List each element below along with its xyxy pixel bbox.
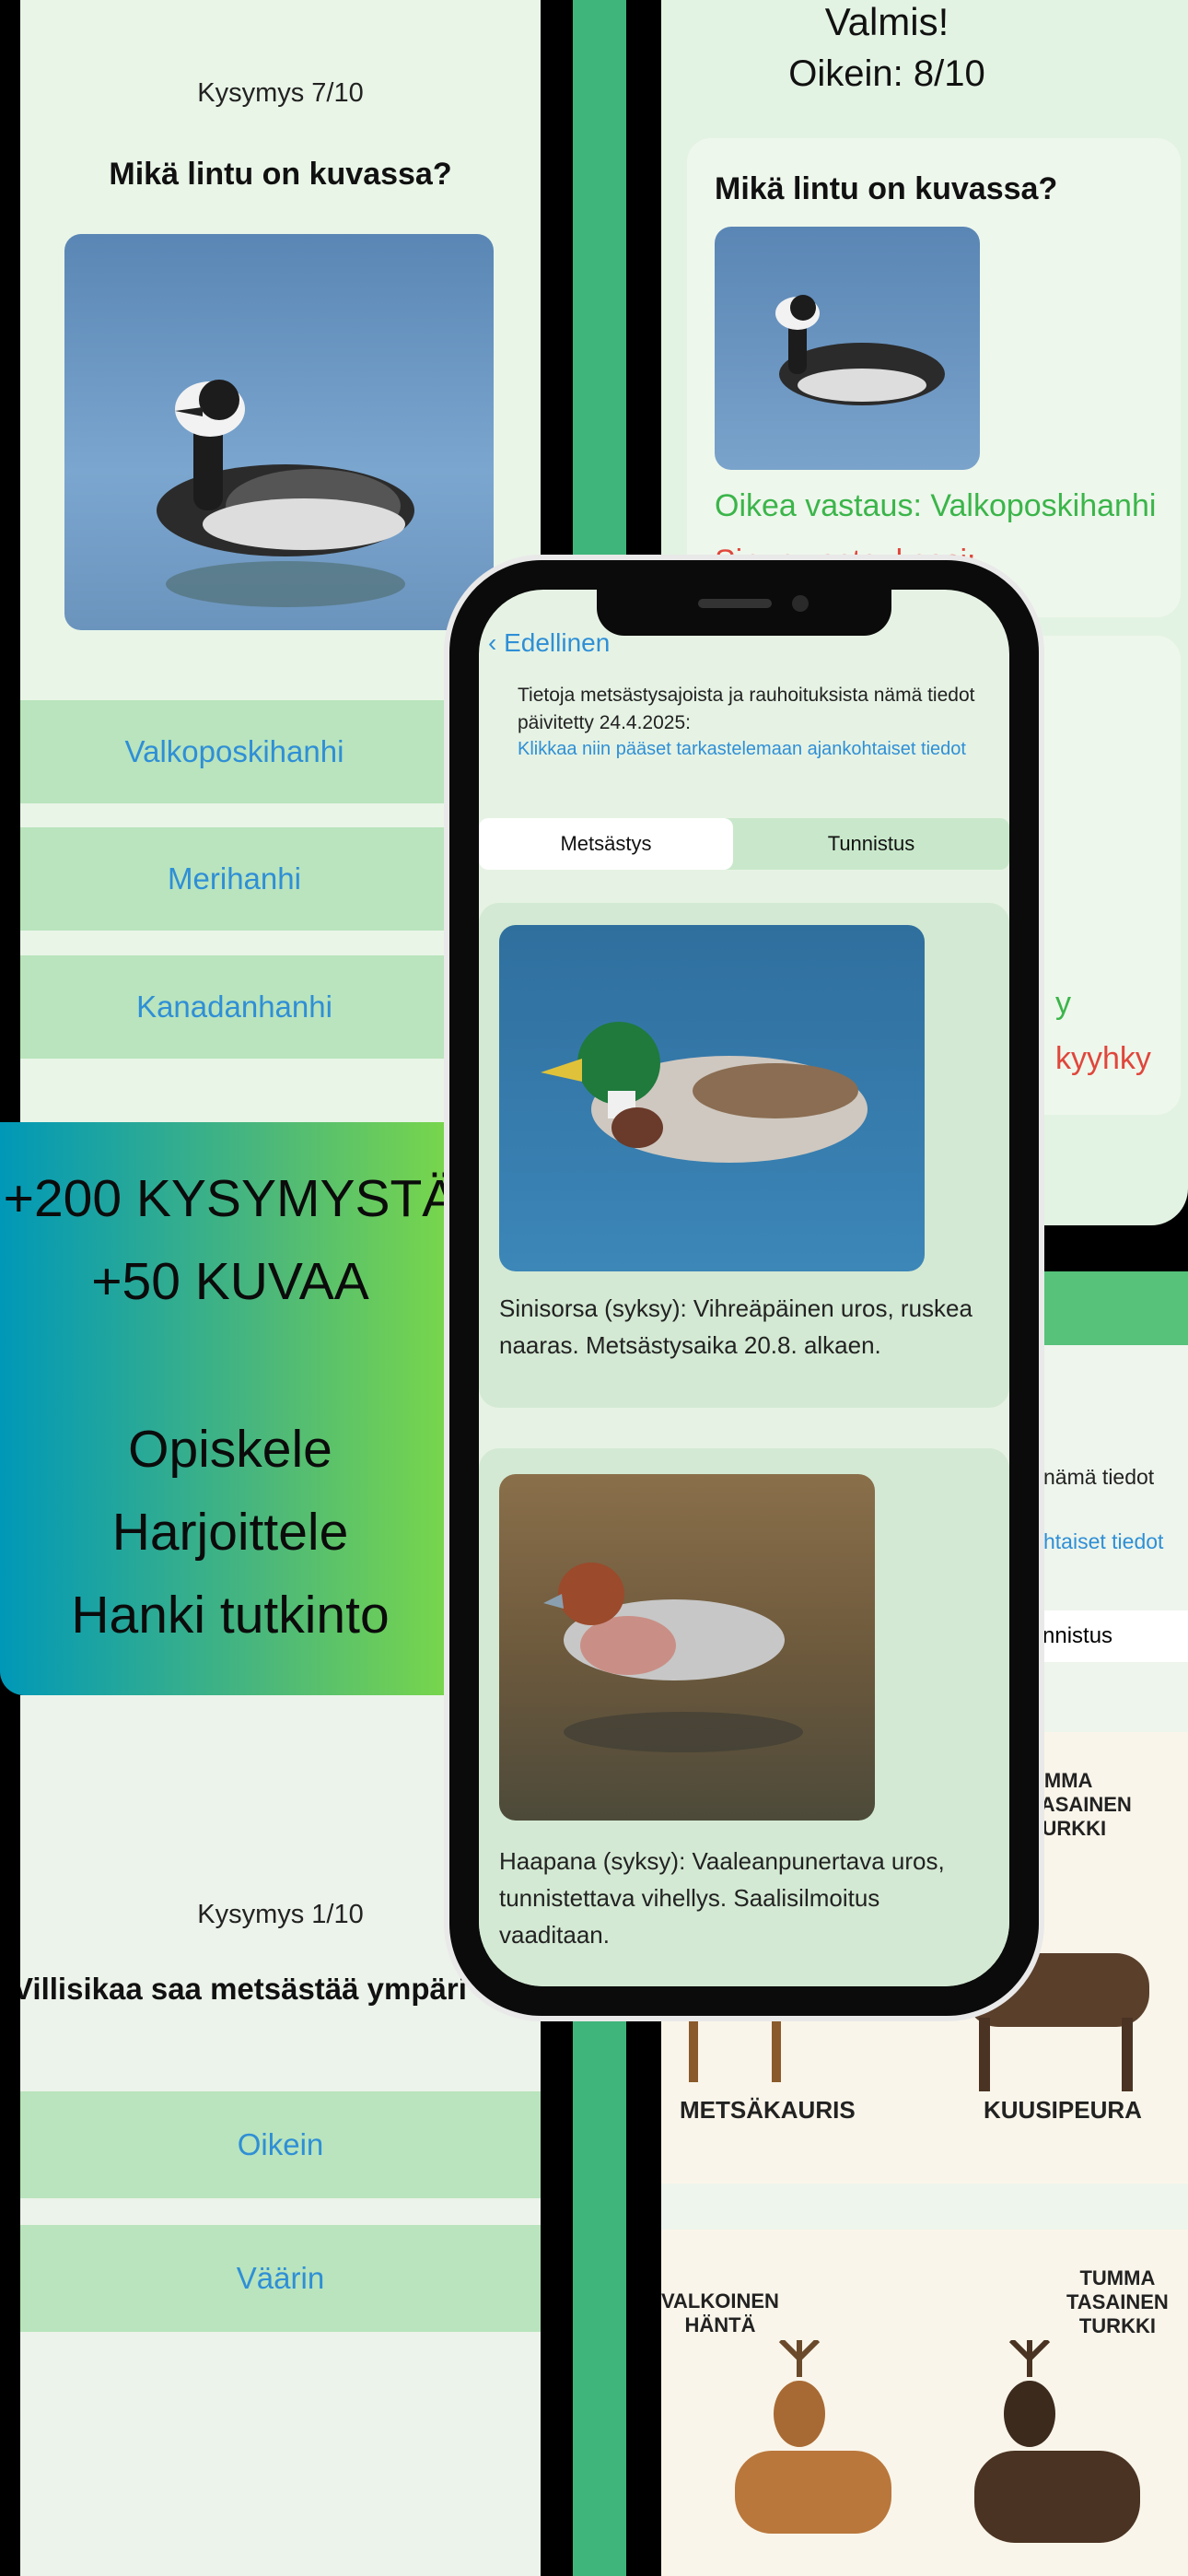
metsakauris-label: METSÄKAURIS xyxy=(680,2096,856,2124)
partial-wrong: kyyhky xyxy=(1055,1041,1151,1076)
tumma-tasainen-label: TUMMA TASAINEN TURKKI xyxy=(1066,2266,1169,2337)
deer-illustration-2 xyxy=(735,2340,1140,2543)
tumma-label-partial: UMMA TASAINEN TURKKI xyxy=(1030,1769,1132,1840)
notice-text: Tietoja metsästysajoista ja rauhoituksis… xyxy=(518,685,975,733)
valkoinen-label: VALKOINEN HÄNTÄ xyxy=(661,2289,779,2336)
kuusipeura-label: KUUSIPEURA xyxy=(984,2096,1142,2124)
deer-card-2: VALKOINEN HÄNTÄ TUMMA TASAINEN TURKKI xyxy=(661,2230,1188,2576)
question-text: Mikä lintu on kuvassa? xyxy=(109,157,452,192)
tab-partial[interactable]: nnistus xyxy=(1030,1610,1188,1662)
bottom-question-text: Villisikaa saa metsästää ympäri vuo xyxy=(20,1972,530,2006)
phone-screen: ‹ Edellinen Tietoja metsästysajoista ja … xyxy=(479,590,1009,1986)
promo-line-1: +200 KYSYMYSTÄ xyxy=(3,1169,458,1228)
goose-photo xyxy=(64,234,494,630)
back-label: Edellinen xyxy=(504,628,611,657)
promo-line-4: Harjoittele xyxy=(111,1503,349,1562)
phone-notch xyxy=(597,579,891,636)
card-caption-2: Haapana (syksy): Vaaleanpunertava uros, … xyxy=(499,1847,945,1949)
result-card: Mikä lintu on kuvassa? Oikea vastaus: Va… xyxy=(687,138,1181,617)
correct-answer: Oikea vastaus: Valkoposkihanhi xyxy=(715,488,1157,523)
result-status: Valmis! xyxy=(824,0,949,43)
question-counter: Kysymys 7/10 xyxy=(197,78,364,108)
partial-correct: y xyxy=(1055,986,1071,1021)
back-button[interactable]: ‹ Edellinen xyxy=(488,628,610,658)
promo-line-2: +50 KUVAA xyxy=(91,1252,369,1311)
notice-partial: nämä tiedot xyxy=(1043,1465,1155,1489)
speaker-grille xyxy=(698,599,772,608)
notice-link[interactable]: Klikkaa niin pääset tarkastelemaan ajank… xyxy=(518,739,996,760)
card-caption-1: Sinisorsa (syksy): Vihreäpäinen uros, ru… xyxy=(499,1294,973,1359)
promo-line-3: Opiskele xyxy=(128,1420,332,1479)
result-question: Mikä lintu on kuvassa? xyxy=(715,171,1058,206)
tab-tunnistus[interactable]: Tunnistus xyxy=(733,818,1009,870)
camera-dot xyxy=(792,595,809,612)
link-partial[interactable]: htaiset tiedot xyxy=(1043,1529,1163,1554)
result-score: Oikein: 8/10 xyxy=(788,53,985,94)
answer-button-2[interactable]: Merihanhi xyxy=(20,827,448,931)
segmented-control: Metsästys Tunnistus xyxy=(479,818,1009,870)
mallard-photo xyxy=(499,925,925,1271)
card-haapana: Haapana (syksy): Vaaleanpunertava uros, … xyxy=(479,1448,1009,1986)
green-divider-strip-right xyxy=(1041,1271,1188,1345)
card-sinisorsa: Sinisorsa (syksy): Vihreäpäinen uros, ru… xyxy=(479,903,1009,1408)
chevron-left-icon: ‹ xyxy=(488,628,497,657)
promo-line-5: Hanki tutkinto xyxy=(71,1586,390,1645)
answer-button-3[interactable]: Kanadanhanhi xyxy=(20,955,448,1059)
wigeon-photo xyxy=(499,1474,875,1821)
bottom-answer-true[interactable]: Oikein xyxy=(20,2091,541,2198)
bottom-answer-false[interactable]: Väärin xyxy=(20,2225,541,2332)
phone-frame: ‹ Edellinen Tietoja metsästysajoista ja … xyxy=(449,560,1039,2016)
result-goose-photo xyxy=(715,227,980,470)
answer-button-1[interactable]: Valkoposkihanhi xyxy=(20,700,448,803)
promo-banner: +200 KYSYMYSTÄ +50 KUVAA Opiskele Harjoi… xyxy=(0,1122,457,1695)
tab-metsastys[interactable]: Metsästys xyxy=(479,818,733,870)
